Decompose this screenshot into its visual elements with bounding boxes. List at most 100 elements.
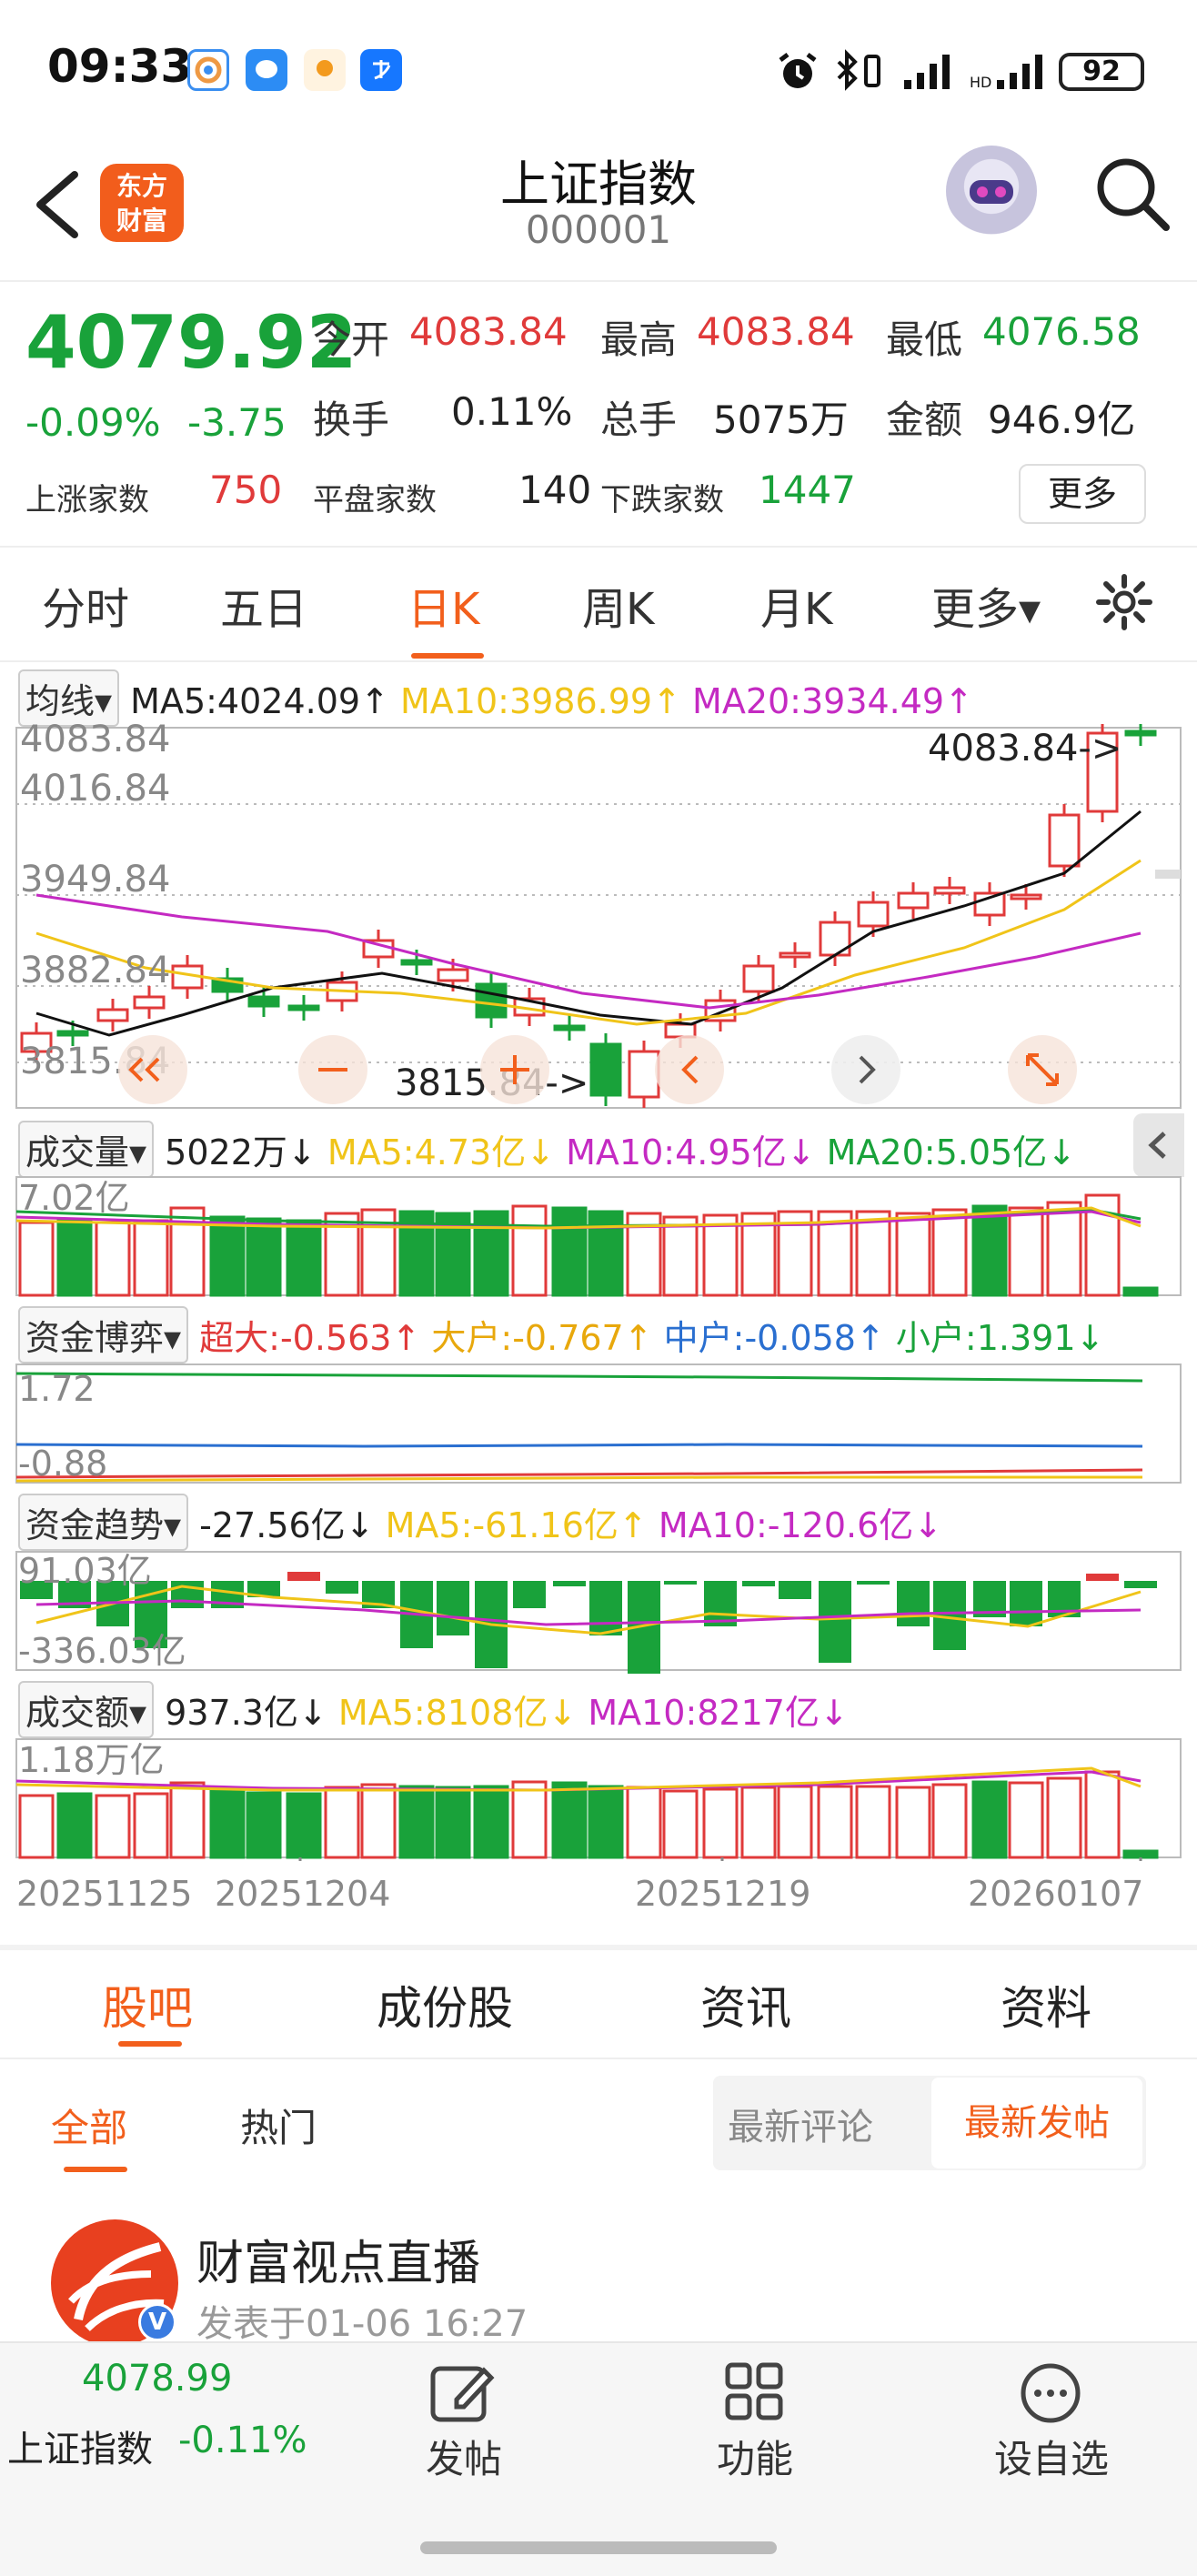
amount-bar — [473, 1785, 509, 1859]
tab-more[interactable]: 更多▾ — [931, 573, 1041, 637]
capital-trend-bar — [171, 1581, 204, 1608]
nav-add-watchlist-button[interactable]: 设自选 — [979, 2429, 1124, 2484]
tab-guba[interactable]: 股吧 — [102, 1972, 193, 2038]
sort-latest-comment[interactable]: 最新评论 — [728, 2098, 873, 2150]
nav-index-price[interactable]: 4078.99 — [82, 2358, 232, 2400]
amount-bar — [56, 1792, 93, 1859]
capital-trend-chart[interactable]: 91.03亿 -336.03亿 — [0, 1550, 1197, 1674]
turnover-label: 换手 — [313, 397, 390, 442]
capital-large: 大户:-0.767↑ — [431, 1318, 653, 1358]
capital-trend-bar — [742, 1581, 775, 1586]
kline-candles — [20, 724, 1157, 1108]
amount-bar — [626, 1786, 662, 1859]
nav-post-button[interactable]: 发帖 — [391, 2429, 537, 2484]
subtab-hot[interactable]: 热门 — [240, 2098, 317, 2153]
amount-value: 946.9亿 — [988, 397, 1136, 442]
tab-constituents[interactable]: 成份股 — [377, 1972, 513, 2038]
amount-bar — [324, 1786, 360, 1859]
amount-bar — [246, 1791, 282, 1859]
amount-chart[interactable]: 1.18万亿 — [0, 1737, 1197, 1861]
capital-game-chart[interactable]: 1.72 -0.88 — [0, 1363, 1197, 1486]
up-count-label: 上涨家数 — [25, 482, 149, 518]
date-label-2: 20251204 — [215, 1874, 391, 1914]
home-indicator[interactable] — [420, 2541, 777, 2554]
volume-bar — [971, 1204, 1008, 1297]
nav-index-name[interactable]: 上证指数 — [7, 2420, 153, 2472]
tab-five-day[interactable]: 五日 — [220, 573, 307, 637]
active-tab-indicator — [411, 653, 484, 659]
amount-axis-max: 1.18万亿 — [18, 1740, 165, 1780]
browser-app-icon — [187, 49, 229, 91]
volume-axis-max: 7.02亿 — [18, 1178, 130, 1218]
tab-news[interactable]: 资讯 — [700, 1972, 791, 2038]
tab-intraday[interactable]: 分时 — [42, 573, 129, 637]
change-value: -3.75 — [187, 400, 287, 445]
amount-bar — [169, 1781, 206, 1859]
tab-monthly-k[interactable]: 月K — [760, 573, 832, 637]
amount-bar — [895, 1786, 931, 1859]
ai-assistant-button[interactable] — [946, 146, 1037, 236]
post-time: 发表于01-06 16:27 — [196, 2303, 528, 2345]
kline-candle — [56, 1030, 89, 1037]
signal-2-icon: HD — [970, 55, 1042, 91]
kline-chart[interactable]: 4083.844016.843949.843882.843815.84 4083… — [0, 724, 1197, 1115]
volume-bar — [931, 1208, 968, 1297]
chart-next-button[interactable] — [831, 1035, 900, 1104]
volume-indicator-row: 成交量▾ 5022万↓ MA5:4.73亿↓ MA10:4.95亿↓ MA20:… — [18, 1121, 1076, 1178]
robot-icon — [970, 180, 1013, 204]
subtab-all[interactable]: 全部 — [51, 2098, 127, 2153]
volume-bar — [56, 1219, 93, 1297]
post-author-name[interactable]: 财富视点直播 — [196, 2225, 480, 2293]
sort-latest-post[interactable]: 最新发帖 — [931, 2078, 1142, 2168]
search-button[interactable] — [1091, 153, 1173, 235]
message-app-icon — [246, 49, 287, 91]
volume-ma20: MA20:5.05亿↓ — [826, 1132, 1077, 1172]
chart-prev-button[interactable] — [655, 1035, 724, 1104]
kline-candle — [779, 951, 811, 959]
amount-bar — [1122, 1849, 1159, 1859]
amount-selector[interactable]: 成交额▾ — [18, 1681, 155, 1738]
status-time: 09:33 — [47, 40, 193, 93]
kline-candle — [897, 891, 930, 910]
volume-bar — [1046, 1201, 1082, 1297]
kline-ma-lines — [35, 810, 1142, 1037]
capital-trend-bar — [819, 1581, 851, 1663]
capital-trend-bar — [1124, 1581, 1157, 1588]
amount-bar — [971, 1780, 1008, 1859]
capital-trend-bar — [326, 1581, 358, 1594]
quote-divider — [0, 546, 1197, 548]
tab-profile[interactable]: 资料 — [1001, 1972, 1091, 2038]
kline-candle — [133, 995, 166, 1010]
volume-bar — [18, 1221, 55, 1297]
kline-candle — [1048, 813, 1081, 868]
capital-trend-ma5: MA5:-61.16亿↑ — [385, 1505, 648, 1545]
low-label: 最低 — [886, 317, 963, 362]
max-price-marker: 4083.84-> — [928, 728, 1122, 770]
functions-grid-icon[interactable] — [724, 2361, 784, 2421]
volume-bar — [1122, 1286, 1159, 1297]
capital-trend-selector[interactable]: 资金趋势▾ — [18, 1494, 189, 1551]
settings-gear-icon[interactable] — [1095, 573, 1153, 631]
ma-indicator-row: 均线▾ MA5:4024.09↑ MA10:3986.99↑ MA20:3934… — [18, 669, 973, 727]
edit-post-icon[interactable] — [429, 2361, 497, 2425]
volume-selector[interactable]: 成交量▾ — [18, 1121, 155, 1178]
collapse-panel-button[interactable] — [1133, 1113, 1184, 1177]
amount-indicator-row: 成交额▾ 937.3亿↓ MA5:8108亿↓ MA10:8217亿↓ — [18, 1681, 849, 1738]
more-button[interactable]: 更多 — [1019, 464, 1146, 524]
signal-1-icon — [904, 55, 950, 89]
nav-functions-button[interactable]: 功能 — [682, 2429, 828, 2484]
capital-small: 小户:1.391↓ — [895, 1318, 1105, 1358]
volume-bar — [855, 1210, 891, 1297]
nav-index-pct[interactable]: -0.11% — [178, 2420, 307, 2461]
kline-candle — [287, 1004, 320, 1011]
tab-daily-k[interactable]: 日K — [407, 573, 479, 637]
more-dots-icon[interactable] — [1019, 2361, 1082, 2425]
capital-game-row: 资金博弈▾ 超大:-0.563↑ 大户:-0.767↑ 中户:-0.058↑ 小… — [18, 1306, 1104, 1363]
date-label-4: 20260107 — [968, 1874, 1144, 1914]
amount-bar — [740, 1786, 777, 1859]
tab-weekly-k[interactable]: 周K — [582, 573, 654, 637]
capital-game-selector[interactable]: 资金博弈▾ — [18, 1306, 189, 1363]
volume-label: 总手 — [600, 397, 678, 442]
ma-selector[interactable]: 均线▾ — [18, 669, 120, 727]
volume-chart[interactable]: 7.02亿 — [0, 1175, 1197, 1299]
